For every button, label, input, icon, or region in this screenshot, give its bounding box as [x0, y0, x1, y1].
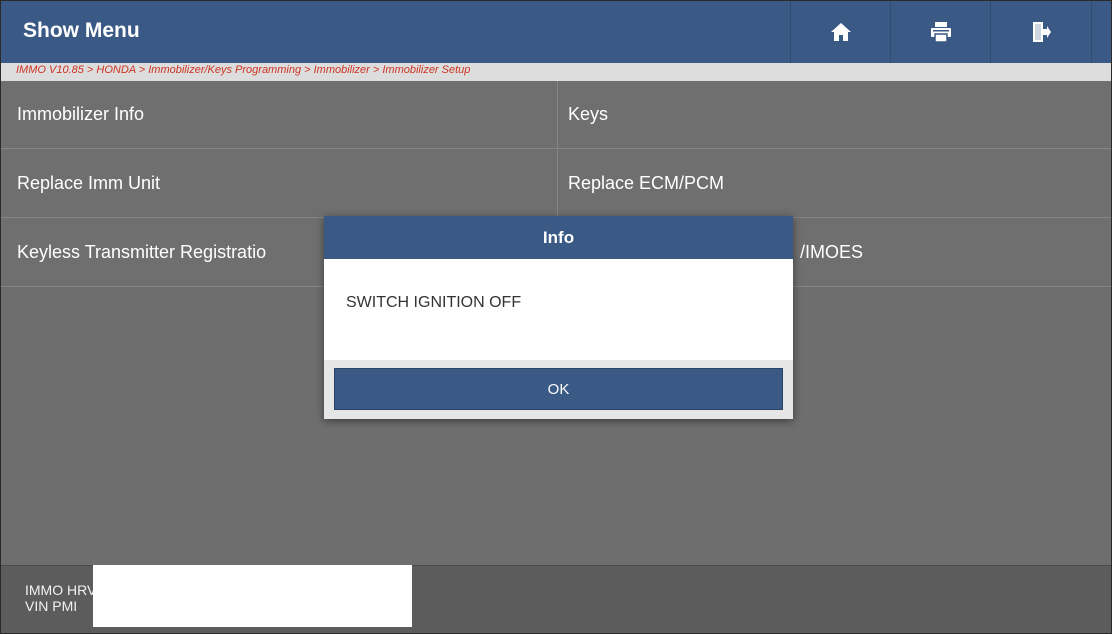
home-icon: [831, 23, 851, 41]
menu-item-label: Replace Imm Unit: [17, 173, 161, 193]
vin-redaction: [93, 565, 412, 627]
menu-item-label: Immobilizer Info: [17, 104, 145, 124]
page-title: Show Menu: [23, 19, 140, 42]
home-button[interactable]: [790, 1, 891, 63]
menu-item-label: /IMOES: [800, 242, 864, 262]
menu-item-label: Keys: [568, 104, 609, 124]
dialog-title: Info: [324, 216, 793, 259]
dialog-footer: OK: [324, 360, 793, 419]
print-icon: [931, 22, 951, 43]
info-dialog: Info SWITCH IGNITION OFF OK: [324, 216, 793, 419]
header-bar: Show Menu: [1, 1, 1111, 63]
menu-item-keys[interactable]: Keys: [558, 81, 1111, 149]
menu-item-label: Keyless Transmitter Registratio: [17, 242, 267, 262]
ok-button[interactable]: OK: [334, 368, 783, 410]
exit-icon: [1033, 22, 1051, 42]
breadcrumb: IMMO V10.85 > HONDA > Immobilizer/Keys P…: [1, 63, 1111, 81]
menu-item-replace-ecm-pcm[interactable]: Replace ECM/PCM: [558, 150, 1111, 218]
menu-item-immobilizer-info[interactable]: Immobilizer Info: [1, 81, 558, 149]
app-window: Show Menu IMMO V10.85 > HONDA > Immobili…: [0, 0, 1112, 634]
print-button[interactable]: [890, 1, 991, 63]
dialog-message: SWITCH IGNITION OFF: [346, 294, 522, 311]
exit-button[interactable]: [990, 1, 1092, 63]
menu-item-label: Replace ECM/PCM: [568, 173, 725, 193]
vin-text: VIN PMI: [25, 598, 78, 614]
menu-item-replace-imm-unit[interactable]: Replace Imm Unit: [1, 150, 558, 218]
breadcrumb-text: IMMO V10.85 > HONDA > Immobilizer/Keys P…: [16, 64, 471, 76]
